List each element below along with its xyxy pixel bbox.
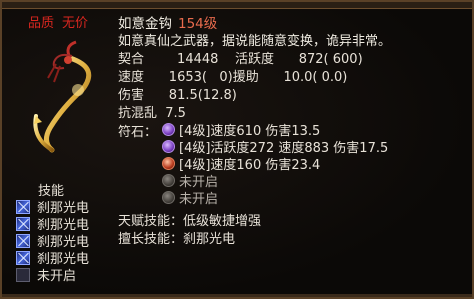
stat-row-fit-activity: 契合 14448 活跃度 872( 600) (118, 52, 363, 67)
skill-item[interactable]: 未开启 (16, 266, 77, 284)
rune-slot-5: 未开启 (162, 189, 219, 207)
skill-item[interactable]: 刹那光电 (16, 198, 89, 216)
weapon-hook-icon (33, 40, 92, 153)
top-border-strip (2, 2, 472, 9)
talent-skill-text: 天赋技能：低级敏捷增强 (118, 214, 262, 229)
quality-label: 品质 无价 (28, 12, 96, 31)
empty-rune-icon (162, 191, 175, 204)
quality-value-text: 无价 (62, 16, 89, 31)
skill-label: 未开启 (37, 269, 77, 284)
skill-item[interactable]: 刹那光电 (16, 232, 89, 250)
specialty-skill-text: 擅长技能：刹那光电 (118, 232, 236, 247)
purple-rune-icon (162, 140, 175, 153)
item-tooltip: 品质 无价 如意金钩 154级 如意真仙之武器，据说能随意变换，诡异非常。 契合 1… (0, 0, 474, 299)
rune-slot-label: 符石： (118, 125, 158, 140)
rune-slot-3: [4级]速度160 伤害23.4 (162, 155, 320, 173)
item-description: 如意真仙之武器，据说能随意变换，诡异非常。 (118, 34, 392, 49)
lightning-skill-icon (16, 250, 30, 265)
purple-rune-icon (162, 123, 175, 136)
empty-rune-icon (162, 174, 175, 187)
item-title: 如意金钩 154级 (118, 12, 217, 32)
stat-row-speed-assist: 速度 1653( 0)援助 10.0( 0.0) (118, 70, 348, 85)
lightning-skill-icon (16, 233, 30, 248)
bottom-border-strip (2, 294, 472, 297)
skill-item[interactable]: 刹那光电 (16, 215, 89, 233)
rune-slot-2: [4级]活跃度272 速度883 伤害17.5 (162, 138, 388, 156)
rune-slot-text: 未开启 (179, 192, 219, 207)
stat-row-anti-chaos: 抗混乱 7.5 (118, 106, 186, 121)
rune-slot-1: [4级]速度610 伤害13.5 (162, 121, 320, 139)
lightning-skill-icon (16, 199, 30, 214)
stat-row-damage: 伤害 81.5(12.8) (118, 88, 237, 103)
skill-item[interactable]: 刹那光电 (16, 249, 89, 267)
empty-skill-icon (16, 267, 30, 282)
red-rune-icon (162, 157, 175, 170)
quality-label-text: 品质 (28, 16, 55, 31)
rune-slot-4: 未开启 (162, 172, 218, 190)
lightning-skill-icon (16, 216, 30, 231)
